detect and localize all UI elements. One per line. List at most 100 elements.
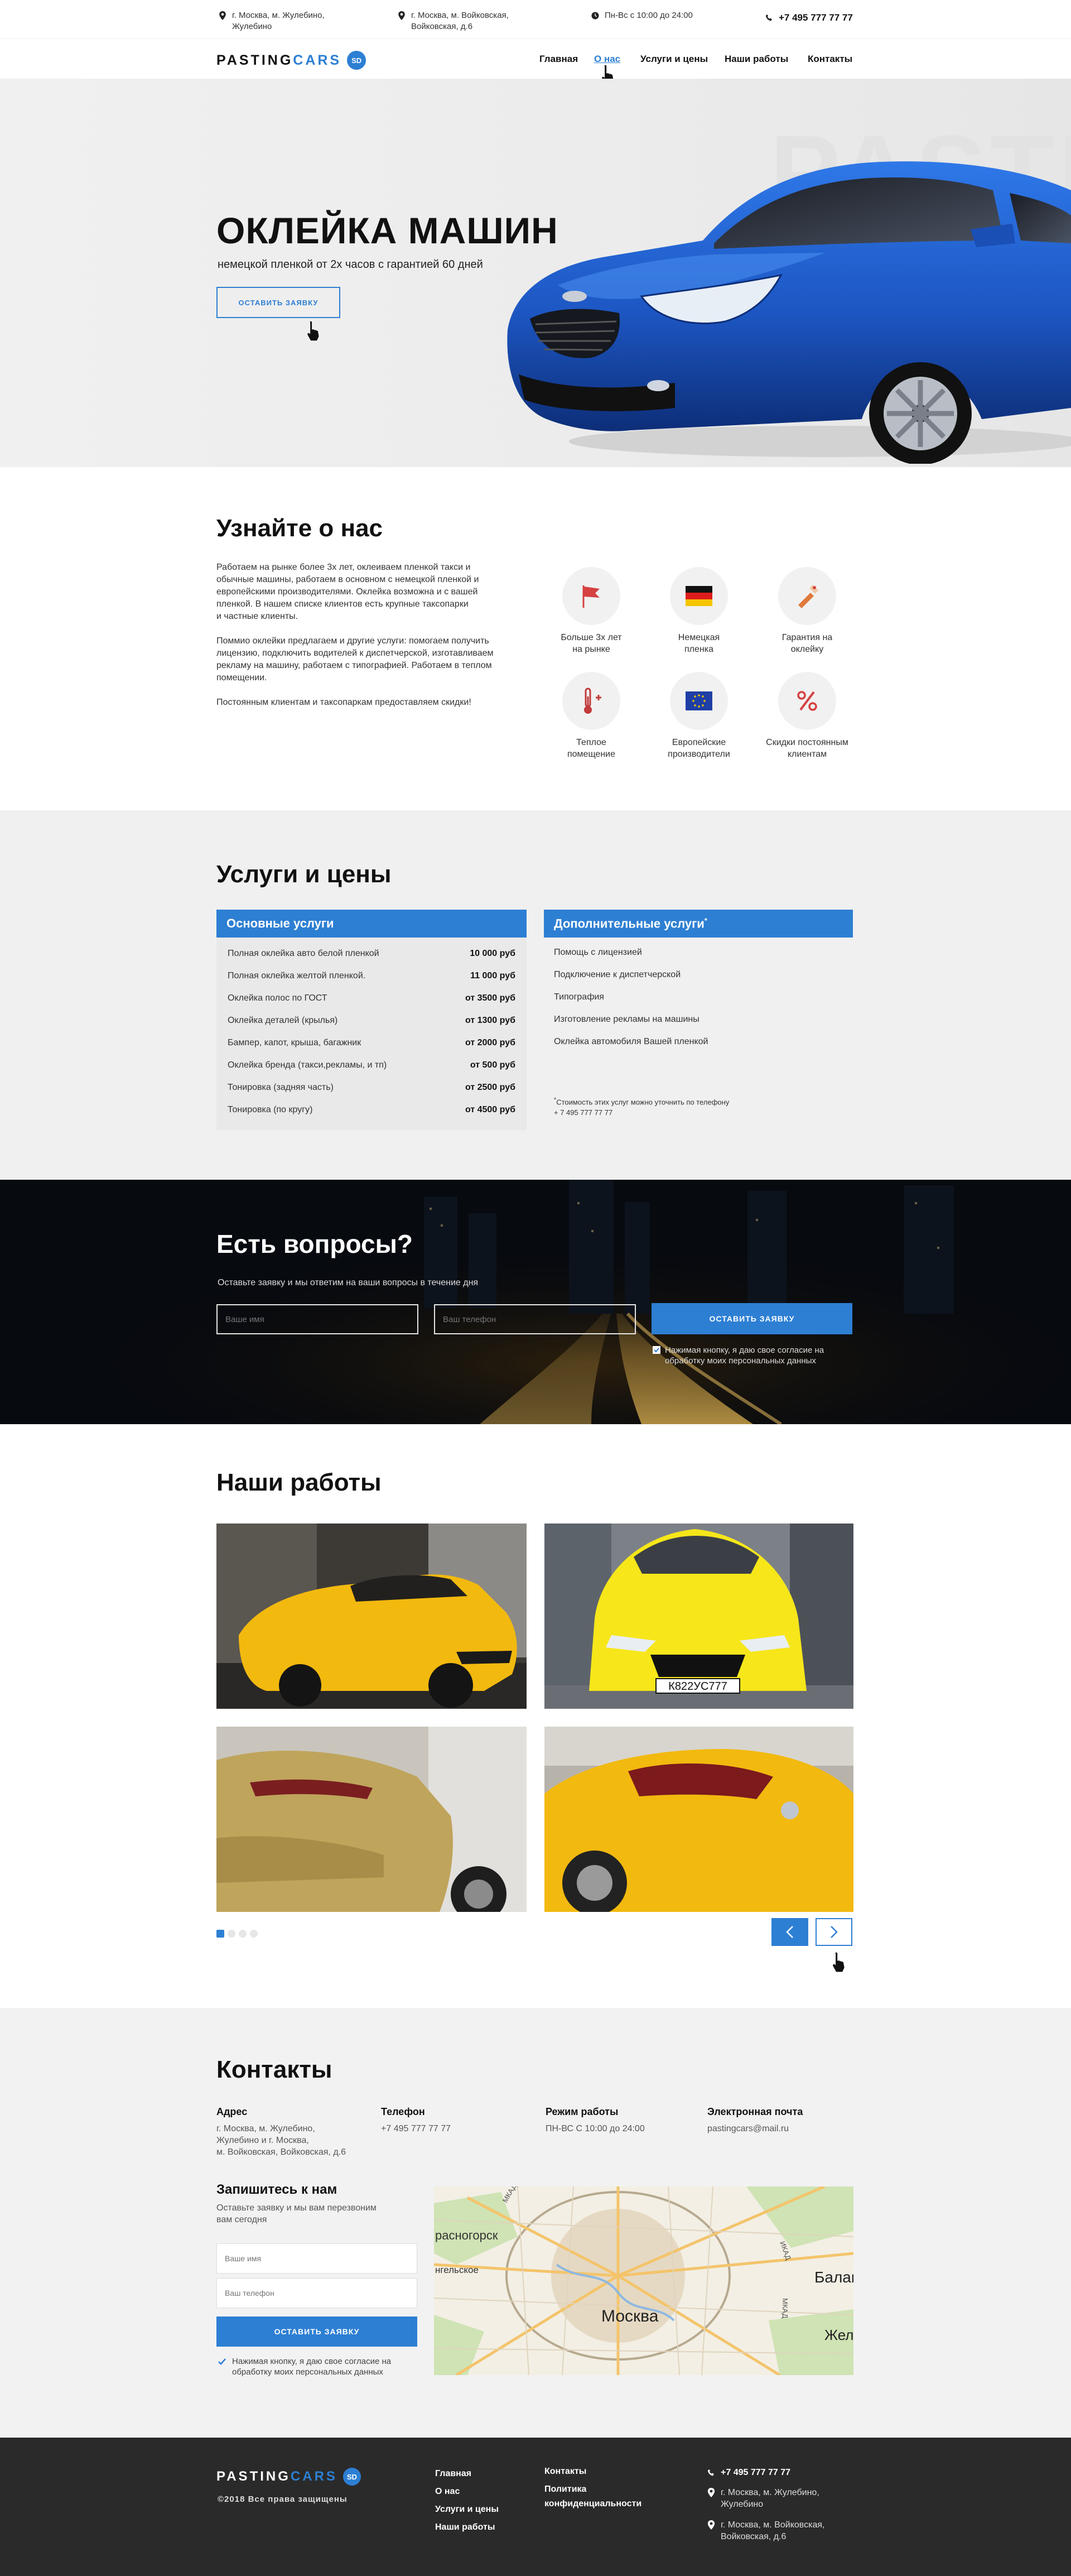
slider-dot-4[interactable] [250,1930,258,1938]
address-line: Войковская, д.6 [721,2532,787,2541]
nav-services[interactable]: Услуги и цены [640,54,708,65]
service-row: Тонировка (задняя часть) от 2500 руб [228,1083,515,1093]
address-line: м. Войковская, Войковская, д.6 [216,2147,346,2157]
footer-link-privacy[interactable]: Политика конфиденциальности [544,2484,641,2509]
service-name: Бампер, капот, крыша, багажник [228,1038,361,1047]
footer-logo[interactable]: PASTING CARS SD [216,2468,361,2486]
phone-heading: Телефон [381,2106,425,2117]
logo-badge: SD [347,51,366,70]
contacts-title: Контакты [216,2056,332,2083]
questions-submit-button[interactable]: оставить заявку [652,1303,852,1334]
phone-icon [765,14,772,21]
footer-link-works[interactable]: Наши работы [435,2522,495,2532]
site-logo[interactable]: PASTING CARS SD [216,51,366,70]
questions-subtitle: Оставьте заявку и мы ответим на ваши воп… [218,1278,479,1287]
map-label: Желе [824,2327,853,2343]
nav-about[interactable]: О нас [594,54,620,65]
phone-value[interactable]: +7 495 777 77 77 [381,2123,451,2135]
questions-name-input[interactable] [216,1304,418,1334]
map-label: Москва [601,2307,659,2325]
location-pin-icon [707,2520,715,2530]
hero-car-image [507,161,1071,464]
works-title: Наши работы [216,1469,382,1496]
signup-submit-button[interactable]: оставить заявку [216,2317,417,2347]
hero-section: PASTING ОКЛЕЙ [0,79,1071,467]
hours-value: ПН-ВС С 10:00 до 24:00 [546,2124,645,2133]
eu-flag-icon [686,691,712,710]
service-row: Оклейка полос по ГОСТ от 3500 руб [228,993,515,1003]
work-photo-3[interactable] [216,1727,527,1912]
feature-circle [778,567,836,625]
questions-consent[interactable]: Нажимая кнопку, я даю свое согласие на об… [653,1345,824,1366]
top-bar: г. Москва, м. Жулебино, Жулебино г. Москв… [0,0,1071,39]
consent-checkbox[interactable] [653,1346,660,1354]
phone-item[interactable]: +7 495 777 77 77 [765,12,853,23]
extra-service: Оклейка автомобиля Вашей пленкой [554,1037,708,1046]
address1-line1: г. Москва, м. Жулебино, [232,11,325,20]
questions-title: Есть вопросы? [216,1229,413,1258]
slider-dot-3[interactable] [239,1930,247,1938]
thermometer-icon [584,688,601,714]
work-photo-1[interactable] [216,1524,527,1709]
about-paragraph-2: Поммио оклейки предлагаем и другие услуг… [216,635,529,684]
feature-circle [778,672,836,730]
feature-german-film: Немецкая пленка [649,567,749,655]
privacy-line: конфиденциальности [544,2499,642,2508]
text-line: рекламу на машину, работаем с типографие… [216,661,492,670]
nav-contacts[interactable]: Контакты [808,54,852,65]
service-name: Полная оклейка желтой пленкой. [228,971,366,981]
address-line: г. Москва, м. Жулебино, [216,2124,315,2133]
feature-label-line: клиентам [787,749,827,759]
feature-circle [562,567,620,625]
service-price: от 2500 руб [465,1083,515,1092]
work-photo-4[interactable] [544,1727,853,1912]
yellow-taxi-photo [216,1524,527,1709]
nav-works[interactable]: Наши работы [725,54,788,65]
footer-link-home[interactable]: Главная [435,2469,471,2479]
address-value: г. Москва, м. Жулебино, Жулебино и г. Мо… [216,2123,346,2158]
services-title: Услуги и цены [216,861,392,888]
footer-copyright: ©2018 Все права защищены [218,2495,348,2504]
footer-link-about[interactable]: О нас [435,2487,460,2497]
email-value[interactable]: pastingcars@mail.ru [707,2123,789,2135]
slider-dot-1[interactable] [216,1930,224,1938]
questions-phone-input[interactable] [434,1304,636,1334]
footer-address-1: г. Москва, м. Жулебино, Жулебино [707,2487,819,2510]
services-section [0,810,1071,1180]
footer-link-services[interactable]: Услуги и цены [435,2505,499,2515]
service-price: от 1300 руб [465,1016,515,1025]
logo-part1: PASTING [216,52,293,68]
signup-phone-input[interactable] [216,2278,417,2308]
signup-consent[interactable]: Нажимая кнопку, я даю свое согласие на об… [218,2356,391,2377]
text-line: лицензию, подключить водителей к диспетч… [216,648,494,658]
service-name: Полная оклейка авто белой пленкой [228,949,379,958]
feature-circle [670,672,728,730]
checkmark-icon[interactable] [218,2357,226,2366]
feature-label-line: Европейские [672,738,726,747]
work-photo-2[interactable]: К822УС777 [544,1524,853,1709]
questions-section [0,1180,1071,1424]
slider-prev-button[interactable] [771,1918,808,1946]
extra-services-note: *Стоимость этих услуг можно уточнить по … [554,1095,729,1118]
text-line: Поммио оклейки предлагаем и другие услуг… [216,636,489,646]
extra-services-header: Дополнительные услуги* [544,910,853,938]
location-map[interactable]: расногорск нгельское Москва МКАД Балаш Ж… [434,2186,853,2375]
service-price: от 500 руб [470,1060,515,1070]
consent-line: обработку моих персональных данных [665,1356,816,1366]
phone-text: +7 495 777 77 77 [779,12,853,23]
signup-title: Запишитесь к нам [216,2182,337,2197]
hero-request-button[interactable]: оставить заявку [216,287,340,318]
slider-dot-2[interactable] [228,1930,235,1938]
chevron-left-icon [786,1926,793,1938]
slider-next-button[interactable] [816,1918,852,1946]
address1-line2: Жулебино [232,22,272,31]
nav-home[interactable]: Главная [539,54,578,65]
signup-name-input[interactable] [216,2243,417,2274]
about-paragraph-3: Постоянным клиентам и таксопаркам предос… [216,696,529,709]
address-heading: Адрес [216,2106,248,2117]
footer-link-contacts[interactable]: Контакты [544,2467,586,2477]
warranty-icon [798,585,818,608]
feature-label-line: Теплое [576,738,606,747]
footer-phone[interactable]: +7 495 777 77 77 [707,2467,790,2478]
feature-label-line: пленка [684,645,713,654]
